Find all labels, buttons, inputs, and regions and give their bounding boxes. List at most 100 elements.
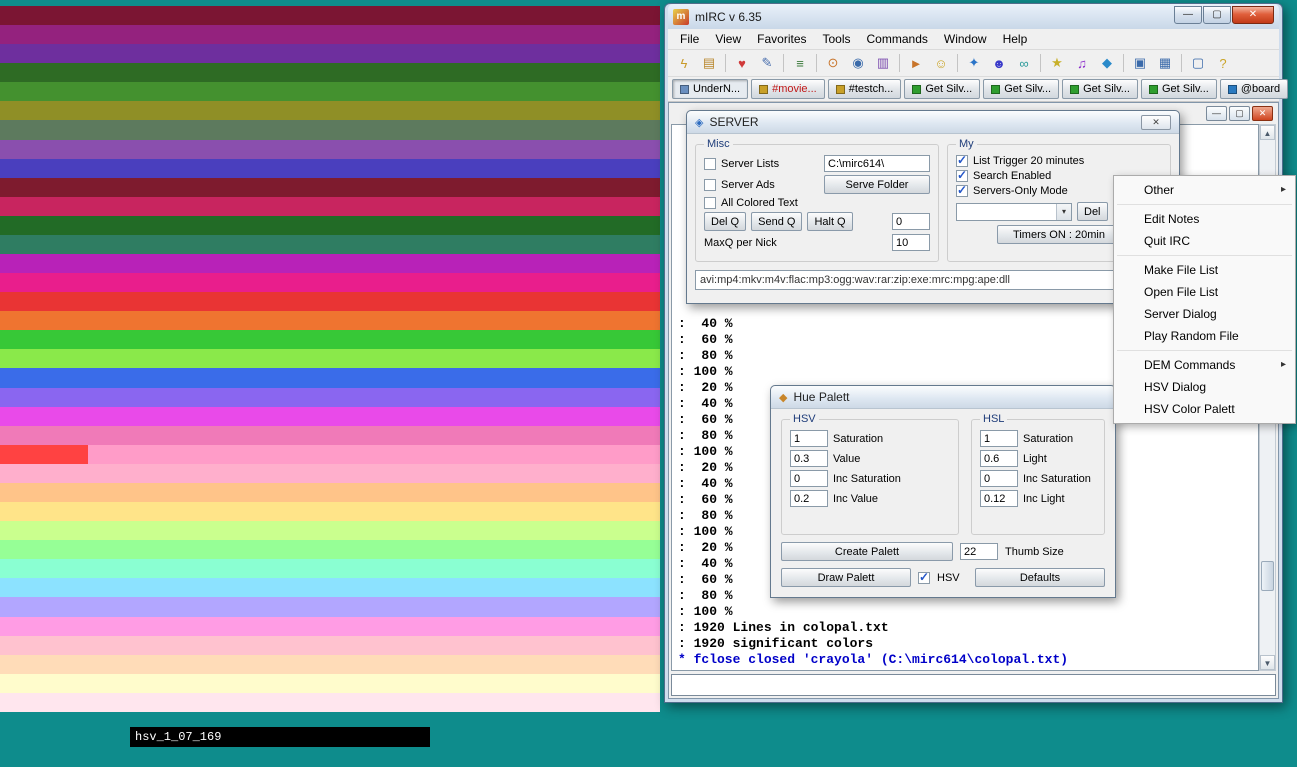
server-dialog-titlebar[interactable]: ◈ SERVER ✕: [687, 111, 1179, 134]
all-colored-text-checkbox[interactable]: [704, 197, 716, 209]
scroll-thumb[interactable]: [1261, 561, 1274, 591]
menu-item-other[interactable]: Other▸: [1114, 179, 1295, 201]
switchbar-undern[interactable]: UnderN...: [672, 79, 748, 99]
server-lists-checkbox[interactable]: [704, 158, 716, 170]
list-trigger-20-minutes-checkbox[interactable]: [956, 155, 968, 167]
menu-item-quit-irc[interactable]: Quit IRC: [1114, 230, 1295, 252]
menu-item-dem-commands[interactable]: DEM Commands▸: [1114, 354, 1295, 376]
menu-item-make-file-list[interactable]: Make File List: [1114, 259, 1295, 281]
menu-item-edit-notes[interactable]: Edit Notes: [1114, 208, 1295, 230]
queue-select[interactable]: ▾: [956, 203, 1072, 221]
menu-view[interactable]: View: [707, 30, 749, 48]
menu-item-hsv-dialog[interactable]: HSV Dialog: [1114, 376, 1295, 398]
hsl-light-input[interactable]: [980, 450, 1018, 467]
arrange-icon[interactable]: ▢: [1186, 52, 1210, 74]
switchbar-board[interactable]: @board: [1220, 79, 1288, 99]
defaults-button[interactable]: Defaults: [975, 568, 1105, 587]
server-ads-checkbox[interactable]: [704, 179, 716, 191]
hsl-saturation-input[interactable]: [980, 430, 1018, 447]
dcc-chat-icon[interactable]: ☺: [929, 52, 953, 74]
minimize-button[interactable]: —: [1174, 6, 1202, 24]
menu-item-play-random-file[interactable]: Play Random File: [1114, 325, 1295, 347]
channels-list-icon[interactable]: ≡: [788, 52, 812, 74]
cascade-icon[interactable]: ▣: [1128, 52, 1152, 74]
menu-commands[interactable]: Commands: [859, 30, 936, 48]
draw-palett-button[interactable]: Draw Palett: [781, 568, 911, 587]
thumb-size-input[interactable]: [960, 543, 998, 560]
tile-icon[interactable]: ▦: [1153, 52, 1177, 74]
window-icon: [912, 85, 921, 94]
channel-minimize-button[interactable]: —: [1206, 106, 1227, 121]
palette-stripe: [0, 197, 660, 216]
toolbar-separator: [816, 54, 817, 72]
menu-item-open-file-list[interactable]: Open File List: [1114, 281, 1295, 303]
hsv-saturation-input[interactable]: [790, 430, 828, 447]
queue-count-input[interactable]: [892, 213, 930, 230]
serve-folder-button[interactable]: Serve Folder: [824, 175, 930, 194]
close-button[interactable]: ✕: [1232, 6, 1274, 24]
menu-favorites[interactable]: Favorites: [749, 30, 814, 48]
message-input[interactable]: [671, 674, 1276, 696]
scroll-up-icon[interactable]: ▲: [1260, 125, 1275, 140]
hue-dialog-titlebar[interactable]: ◆ Hue Palett: [771, 386, 1115, 409]
switchbar-get-silv[interactable]: Get Silv...: [1062, 79, 1138, 99]
timers-button[interactable]: Timers ON : 20min: [997, 225, 1121, 244]
chat-line: * fclose closed 'crayola' (C:\mirc614\co…: [678, 652, 1068, 668]
hsv-value-input[interactable]: [790, 450, 828, 467]
hsl-inc-saturation-input[interactable]: [980, 470, 1018, 487]
menu-item-server-dialog[interactable]: Server Dialog: [1114, 303, 1295, 325]
search-enabled-checkbox[interactable]: [956, 170, 968, 182]
notify-icon[interactable]: ★: [1045, 52, 1069, 74]
favorites-icon[interactable]: ♥: [730, 52, 754, 74]
channel-close-button[interactable]: ✕: [1252, 106, 1273, 121]
hsv-group-label: HSV: [790, 413, 819, 425]
dcc-send-icon[interactable]: ►: [904, 52, 928, 74]
books-icon[interactable]: ▥: [871, 52, 895, 74]
servers-only-mode-checkbox[interactable]: [956, 185, 968, 197]
hsl-group: HSL SaturationLightInc SaturationInc Lig…: [971, 413, 1105, 535]
filetypes-input[interactable]: [695, 270, 1171, 290]
halt-q-button[interactable]: Halt Q: [807, 212, 852, 231]
del-button[interactable]: Del: [1077, 202, 1108, 221]
menu-item-hsv-color-palett[interactable]: HSV Color Palett: [1114, 398, 1295, 420]
url-list-icon[interactable]: ∞: [1012, 52, 1036, 74]
timer-icon[interactable]: ⊙: [821, 52, 845, 74]
create-palett-button[interactable]: Create Palett: [781, 542, 953, 561]
menu-help[interactable]: Help: [995, 30, 1036, 48]
switchbar-get-silv[interactable]: Get Silv...: [983, 79, 1059, 99]
toolbar: ϟ▤ ♥✎ ≡ ⊙◉▥ ►☺ ✦☻ ∞ ★♫◆ ▣▦ ▢?: [668, 50, 1279, 77]
switchbar-get-silv[interactable]: Get Silv...: [904, 79, 980, 99]
hsv-inc-saturation-input[interactable]: [790, 470, 828, 487]
hsv-checkbox[interactable]: [918, 572, 930, 584]
folder-path-input[interactable]: [824, 155, 930, 172]
users-icon[interactable]: ☻: [987, 52, 1011, 74]
channel-restore-button[interactable]: ▢: [1229, 106, 1250, 121]
send-q-button[interactable]: Send Q: [751, 212, 802, 231]
menu-file[interactable]: File: [672, 30, 707, 48]
menu-window[interactable]: Window: [936, 30, 995, 48]
switchbar-movie[interactable]: #movie...: [751, 79, 825, 99]
titlebar[interactable]: m mIRC v 6.35 — ▢ ✕: [668, 4, 1279, 29]
maxq-input[interactable]: [892, 234, 930, 251]
notes-icon[interactable]: ✎: [755, 52, 779, 74]
hsl-inc-light-input[interactable]: [980, 490, 1018, 507]
switchbar-testch[interactable]: #testch...: [828, 79, 902, 99]
chevron-down-icon[interactable]: ▾: [1056, 204, 1071, 220]
url-list-icon-glyph: ∞: [1019, 56, 1028, 71]
finger-icon[interactable]: ✦: [962, 52, 986, 74]
menu-tools[interactable]: Tools: [815, 30, 859, 48]
clock-icon[interactable]: ◉: [846, 52, 870, 74]
toolbar-separator: [1181, 54, 1182, 72]
switchbar-get-silv[interactable]: Get Silv...: [1141, 79, 1217, 99]
control-icon[interactable]: ◆: [1095, 52, 1119, 74]
help-icon[interactable]: ?: [1211, 52, 1235, 74]
palette-stripe: [0, 25, 660, 44]
server-dialog-close-button[interactable]: ✕: [1141, 115, 1171, 130]
hsv-inc-value-input[interactable]: [790, 490, 828, 507]
connect-icon[interactable]: ϟ: [672, 52, 696, 74]
playback-icon[interactable]: ♫: [1070, 52, 1094, 74]
maximize-button[interactable]: ▢: [1203, 6, 1231, 24]
scroll-down-icon[interactable]: ▼: [1260, 655, 1275, 670]
del-q-button[interactable]: Del Q: [704, 212, 746, 231]
options-icon[interactable]: ▤: [697, 52, 721, 74]
